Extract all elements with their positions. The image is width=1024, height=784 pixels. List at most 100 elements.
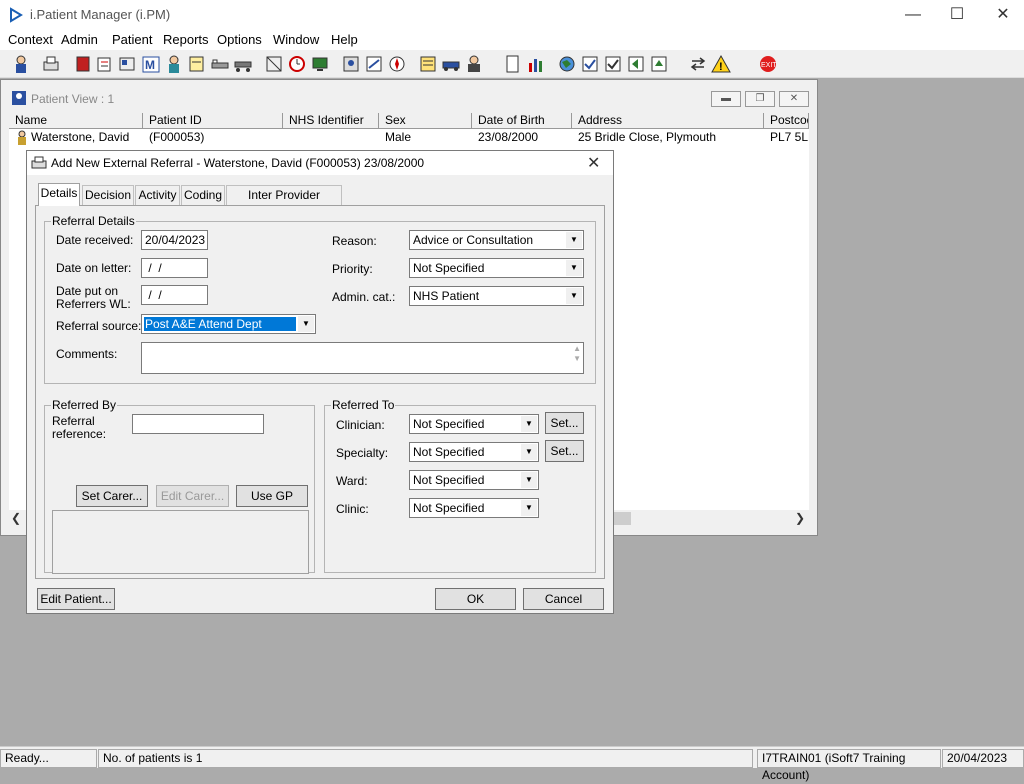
comments-scroll-icon[interactable]: ▲ ▼ bbox=[573, 344, 581, 364]
bed-icon[interactable] bbox=[209, 53, 229, 74]
column-header-name[interactable]: Name bbox=[9, 113, 143, 129]
priority-label: Priority: bbox=[332, 262, 373, 276]
date-received-input[interactable]: 20/04/2023 bbox=[141, 230, 208, 250]
warning-icon[interactable]: ! bbox=[710, 53, 731, 74]
m-icon[interactable]: M bbox=[140, 53, 160, 74]
clinician-icon[interactable] bbox=[163, 53, 183, 74]
cancel-button[interactable]: Cancel bbox=[523, 588, 604, 610]
cell-dob: 23/08/2000 bbox=[478, 130, 539, 144]
compass-icon[interactable] bbox=[386, 53, 406, 74]
check-form-icon[interactable] bbox=[579, 53, 599, 74]
column-header-sex[interactable]: Sex bbox=[379, 113, 472, 129]
status-patient-count: No. of patients is 1 bbox=[98, 749, 753, 768]
menu-help[interactable]: Help bbox=[331, 32, 358, 47]
edit-patient-button[interactable]: Edit Patient... bbox=[37, 588, 115, 610]
tab-details[interactable]: Details bbox=[38, 183, 80, 206]
referral-reference-input[interactable] bbox=[132, 414, 264, 434]
book-icon[interactable] bbox=[72, 53, 92, 74]
document-edit-icon[interactable] bbox=[363, 53, 383, 74]
ward-select[interactable]: Not Specified ▼ bbox=[409, 470, 539, 490]
menu-options[interactable]: Options bbox=[217, 32, 262, 47]
column-header-postcode[interactable]: Postcod bbox=[764, 113, 809, 129]
chevron-down-icon[interactable]: ▼ bbox=[521, 416, 537, 432]
clinic-select[interactable]: Not Specified ▼ bbox=[409, 498, 539, 518]
menu-patient[interactable]: Patient bbox=[112, 32, 152, 47]
scan-icon[interactable] bbox=[263, 53, 283, 74]
globe-icon[interactable] bbox=[556, 53, 576, 74]
minimize-icon[interactable]: — bbox=[890, 0, 936, 30]
chevron-down-icon[interactable]: ▼ bbox=[521, 444, 537, 460]
clock-icon[interactable] bbox=[286, 53, 306, 74]
list-icon[interactable] bbox=[417, 53, 437, 74]
cell-name: Waterstone, David bbox=[31, 130, 130, 144]
mdi-close-icon[interactable]: ✕ bbox=[779, 91, 809, 107]
column-header-dob[interactable]: Date of Birth bbox=[472, 113, 572, 129]
column-header-address[interactable]: Address bbox=[572, 113, 764, 129]
printer-icon[interactable] bbox=[40, 53, 60, 74]
car-icon[interactable] bbox=[440, 53, 460, 74]
details-tab-pane: Referral Details Date received: 20/04/20… bbox=[35, 205, 605, 579]
dialog-close-icon[interactable]: ✕ bbox=[587, 153, 600, 173]
admin-cat-label: Admin. cat.: bbox=[332, 290, 396, 304]
scroll-left-icon[interactable]: ❮ bbox=[11, 511, 21, 525]
status-account: I7TRAIN01 (iSoft7 Training Account) bbox=[757, 749, 941, 782]
staff-icon[interactable] bbox=[463, 53, 483, 74]
chevron-down-icon[interactable]: ▼ bbox=[566, 260, 582, 276]
comments-input[interactable]: ▲ ▼ bbox=[141, 342, 584, 374]
patient-icon[interactable] bbox=[10, 53, 30, 74]
card-icon[interactable] bbox=[116, 53, 136, 74]
swap-icon[interactable] bbox=[687, 53, 707, 74]
notes-icon[interactable] bbox=[94, 53, 114, 74]
trolley-icon[interactable] bbox=[232, 53, 252, 74]
referral-source-select[interactable]: Post A&E Attend Dept ▼ bbox=[141, 314, 316, 334]
set-clinician-button[interactable]: Set... bbox=[545, 412, 584, 434]
edit-form-icon[interactable] bbox=[186, 53, 206, 74]
reason-select[interactable]: Advice or Consultation ▼ bbox=[409, 230, 584, 250]
chevron-down-icon[interactable]: ▼ bbox=[566, 232, 582, 248]
admin-cat-value: NHS Patient bbox=[413, 289, 480, 303]
contacts-icon[interactable] bbox=[340, 53, 360, 74]
menu-admin[interactable]: Admin bbox=[61, 32, 98, 47]
menu-window[interactable]: Window bbox=[273, 32, 319, 47]
clinician-select[interactable]: Not Specified ▼ bbox=[409, 414, 539, 434]
maximize-icon[interactable]: ☐ bbox=[934, 0, 980, 30]
mdi-minimize-icon[interactable]: ▬ bbox=[711, 91, 741, 107]
close-icon[interactable]: ✕ bbox=[980, 0, 1024, 30]
set-specialty-button[interactable]: Set... bbox=[545, 440, 584, 462]
tab-decision[interactable]: Decision bbox=[82, 185, 134, 205]
menu-context[interactable]: Context bbox=[8, 32, 53, 47]
use-gp-button[interactable]: Use GP bbox=[236, 485, 308, 507]
page-icon[interactable] bbox=[501, 53, 521, 74]
priority-select[interactable]: Not Specified ▼ bbox=[409, 258, 584, 278]
refresh-icon[interactable] bbox=[648, 53, 668, 74]
mdi-restore-icon[interactable]: ❐ bbox=[745, 91, 775, 107]
chevron-down-icon[interactable]: ▼ bbox=[298, 316, 314, 332]
chevron-down-icon[interactable]: ▼ bbox=[521, 500, 537, 516]
column-header-patient-id[interactable]: Patient ID bbox=[143, 113, 283, 129]
monitor-icon[interactable] bbox=[309, 53, 329, 74]
specialty-select[interactable]: Not Specified ▼ bbox=[409, 442, 539, 462]
chevron-down-icon[interactable]: ▼ bbox=[566, 288, 582, 304]
chevron-down-icon[interactable]: ▼ bbox=[521, 472, 537, 488]
edit-carer-button[interactable]: Edit Carer... bbox=[156, 485, 229, 507]
scroll-right-icon[interactable]: ❯ bbox=[795, 511, 805, 525]
column-header-nhs-identifier[interactable]: NHS Identifier bbox=[283, 113, 379, 129]
tab-inter-provider-transfer[interactable]: Inter Provider Transfer bbox=[226, 185, 342, 220]
menu-reports[interactable]: Reports bbox=[163, 32, 209, 47]
date-received-label: Date received: bbox=[56, 233, 134, 247]
set-carer-button[interactable]: Set Carer... bbox=[76, 485, 148, 507]
referral-reference-label-line2: reference: bbox=[52, 427, 107, 441]
table-row[interactable]: Waterstone, David (F000053) Male 23/08/2… bbox=[9, 129, 809, 146]
exit-icon[interactable]: EXIT bbox=[757, 53, 777, 74]
tab-activity[interactable]: Activity bbox=[135, 185, 180, 205]
patient-view-icon bbox=[11, 90, 27, 106]
tab-coding[interactable]: Coding bbox=[181, 185, 225, 205]
ok-button[interactable]: OK bbox=[435, 588, 516, 610]
date-put-input[interactable]: / / bbox=[141, 285, 208, 305]
admin-cat-select[interactable]: NHS Patient ▼ bbox=[409, 286, 584, 306]
green-arrow-icon[interactable] bbox=[625, 53, 645, 74]
date-on-letter-input[interactable]: / / bbox=[141, 258, 208, 278]
bar-chart-icon[interactable] bbox=[525, 53, 545, 74]
check-form-2-icon[interactable] bbox=[602, 53, 622, 74]
menu-bar: Context Admin Patient Reports Options Wi… bbox=[0, 30, 1024, 50]
